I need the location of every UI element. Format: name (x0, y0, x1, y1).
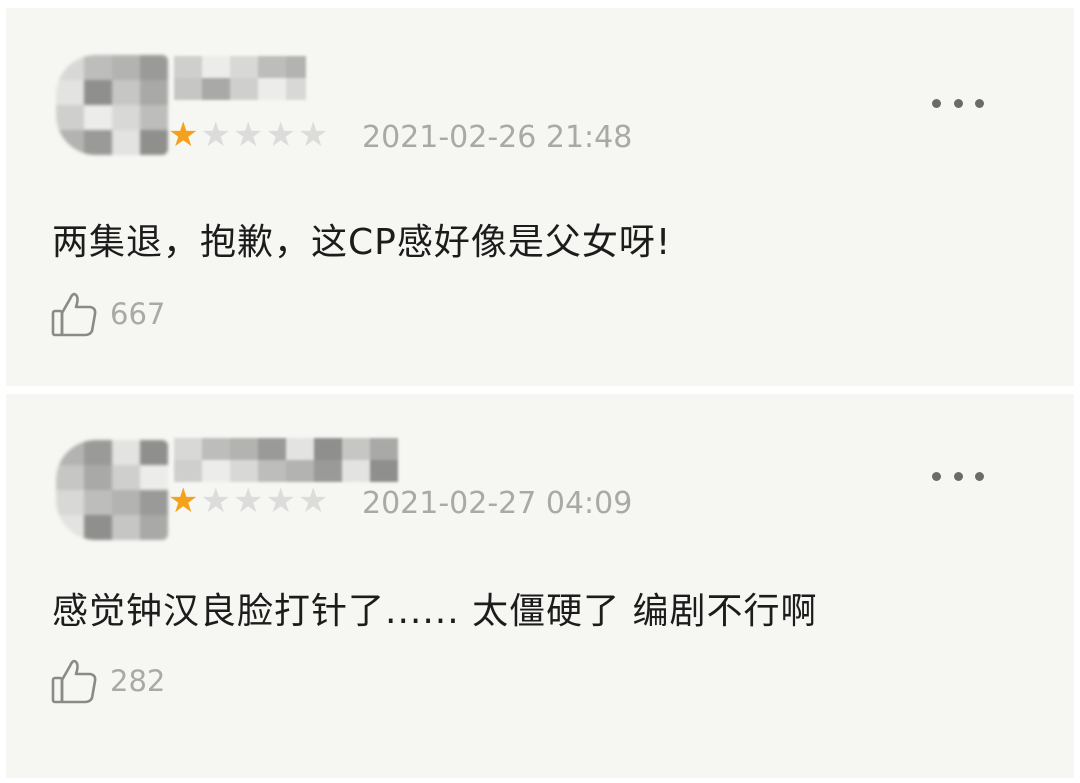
mosaic-tile (258, 78, 286, 100)
mosaic-tile (84, 80, 112, 105)
mosaic-tile (112, 55, 140, 80)
more-options-button[interactable] (932, 96, 984, 110)
mosaic-tile (286, 438, 314, 460)
mosaic-tile (84, 55, 112, 80)
rating-stars: ★ ★ ★ ★ ★ (168, 118, 328, 152)
mosaic-tile (112, 490, 140, 515)
more-dot (975, 471, 984, 481)
star-icon: ★ (297, 115, 329, 155)
thumbs-up-icon (51, 659, 97, 704)
star-icon: ★ (265, 481, 296, 521)
mosaic-tile (56, 440, 84, 465)
like-button[interactable]: 282 (50, 656, 165, 706)
more-dot (953, 471, 963, 481)
thumbs-up-icon (51, 292, 97, 337)
comment-text: 两集退，抱歉，这CP感好像是父女呀! (52, 222, 672, 263)
star-icon: ★ (297, 481, 329, 521)
avatar[interactable] (56, 55, 168, 155)
mosaic-tile (230, 78, 258, 100)
mosaic-tile (140, 105, 168, 130)
mosaic-tile (140, 465, 168, 490)
star-icon: ★ (168, 481, 199, 521)
more-horizontal-icon (932, 471, 941, 481)
mosaic-tile (174, 56, 202, 78)
mosaic-tile (370, 460, 398, 482)
mosaic-tile (84, 515, 112, 540)
mosaic-tile (370, 438, 398, 460)
mosaic-tile (230, 460, 258, 482)
comment-timestamp: 2021-02-27 04:09 (362, 486, 633, 521)
username-blurred[interactable] (174, 56, 306, 100)
rating-stars: ★ ★ ★ ★ ★ (168, 484, 328, 518)
avatar[interactable] (56, 440, 168, 540)
mosaic-tile (140, 515, 168, 540)
mosaic-tile (202, 460, 230, 482)
mosaic-tile (112, 465, 140, 490)
mosaic-tile (202, 78, 230, 100)
star-icon: ★ (265, 115, 296, 155)
comment-text: 感觉钟汉良脸打针了...... 太僵硬了 编剧不行啊 (52, 591, 818, 632)
more-dot (953, 98, 963, 108)
mosaic-tile (140, 490, 168, 515)
mosaic-tile (84, 105, 112, 130)
mosaic-tile (314, 460, 342, 482)
mosaic-tile (174, 438, 202, 460)
mosaic-tile (140, 440, 168, 465)
star-icon: ★ (168, 115, 199, 155)
mosaic-tile (56, 465, 84, 490)
mosaic-tile (56, 55, 84, 80)
mosaic-tile (286, 56, 306, 78)
mosaic-tile (258, 438, 286, 460)
username-blurred[interactable] (174, 438, 412, 482)
comment-card: ★ ★ ★ ★ ★ 2021-02-27 04:09 感觉钟汉良脸打针了....… (6, 394, 1074, 778)
mosaic-tile (112, 80, 140, 105)
mosaic-tile (112, 105, 140, 130)
mosaic-tile (230, 56, 258, 78)
mosaic-tile (56, 130, 84, 155)
star-icon: ★ (200, 481, 231, 521)
more-options-button[interactable] (932, 469, 984, 483)
like-button[interactable]: 667 (50, 289, 165, 339)
mosaic-tile (174, 78, 202, 100)
mosaic-tile (342, 460, 370, 482)
comment-card: ★ ★ ★ ★ ★ 2021-02-26 21:48 两集退，抱歉，这CP感好像… (6, 8, 1074, 386)
mosaic-tile (202, 56, 230, 78)
mosaic-tile (56, 490, 84, 515)
like-count: 282 (110, 664, 166, 698)
mosaic-tile (140, 80, 168, 105)
mosaic-tile (258, 460, 286, 482)
mosaic-tile (258, 56, 286, 78)
mosaic-tile (56, 515, 84, 540)
more-dot (975, 98, 984, 108)
mosaic-tile (56, 80, 84, 105)
star-icon: ★ (200, 115, 231, 155)
mosaic-tile (112, 440, 140, 465)
star-icon: ★ (232, 481, 264, 521)
mosaic-tile (56, 105, 84, 130)
mosaic-tile (84, 490, 112, 515)
mosaic-tile (286, 460, 314, 482)
mosaic-tile (112, 515, 140, 540)
mosaic-tile (84, 130, 112, 155)
mosaic-tile (286, 78, 306, 100)
mosaic-tile (230, 438, 258, 460)
star-icon: ★ (232, 115, 264, 155)
like-count: 667 (110, 297, 166, 331)
mosaic-tile (140, 130, 168, 155)
mosaic-tile (84, 440, 112, 465)
comment-timestamp: 2021-02-26 21:48 (362, 120, 633, 155)
mosaic-tile (84, 465, 112, 490)
mosaic-tile (174, 460, 202, 482)
mosaic-tile (342, 438, 370, 460)
mosaic-tile (314, 438, 342, 460)
mosaic-tile (140, 55, 168, 80)
more-horizontal-icon (932, 98, 941, 108)
mosaic-tile (202, 438, 230, 460)
mosaic-tile (112, 130, 140, 155)
